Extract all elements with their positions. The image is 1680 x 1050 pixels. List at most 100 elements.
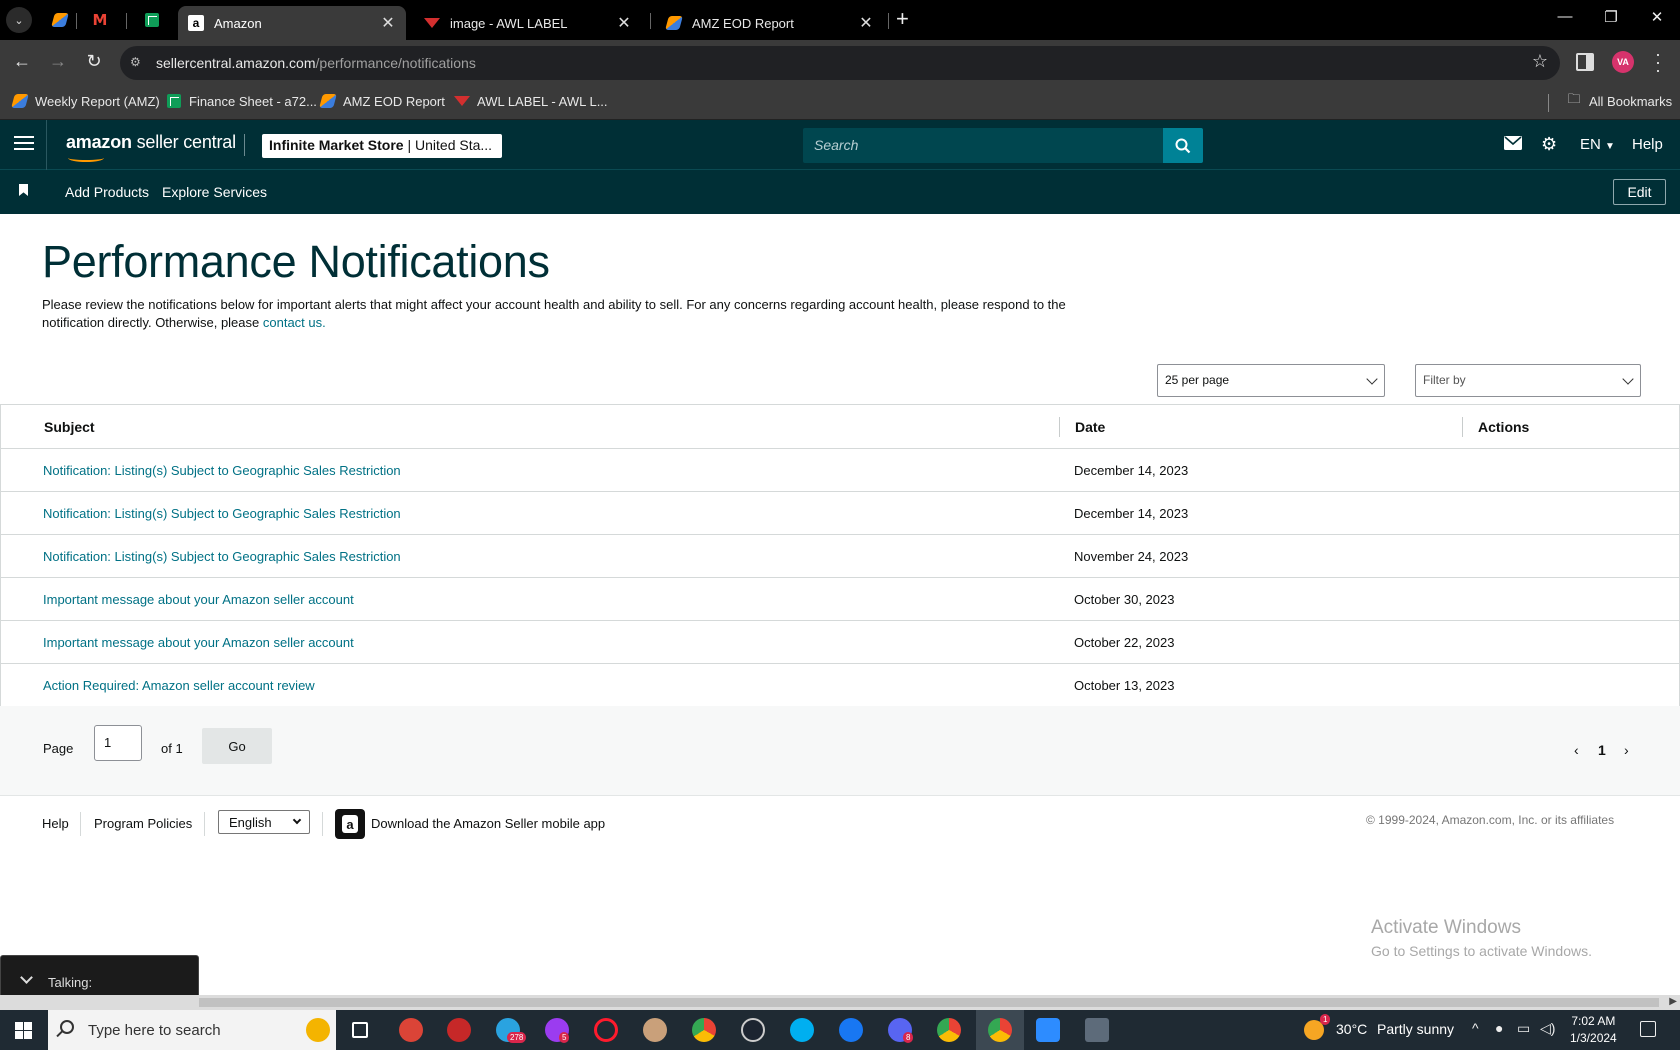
table-row: Important message about your Amazon sell… bbox=[1, 578, 1679, 621]
tab-title: Amazon bbox=[214, 15, 262, 31]
program-policies-link[interactable]: Program Policies bbox=[94, 816, 192, 831]
tab-amz-eod-report[interactable]: AMZ EOD Report ✕ bbox=[656, 6, 884, 40]
site-settings-icon[interactable]: ⚙ bbox=[130, 55, 146, 71]
profile-avatar[interactable]: VA bbox=[1612, 51, 1634, 73]
next-page-icon[interactable]: › bbox=[1624, 742, 1629, 758]
page-number-input[interactable]: 1 bbox=[94, 725, 142, 761]
filter-by-select[interactable]: Filter by bbox=[1415, 364, 1641, 397]
chevron-up-icon[interactable]: ^ bbox=[1472, 1020, 1479, 1036]
mail-icon[interactable] bbox=[1504, 134, 1522, 155]
bookmark-awl-label[interactable]: AWL LABEL - AWL L... bbox=[454, 93, 608, 109]
sheets-icon bbox=[167, 94, 181, 108]
settings-gear-icon[interactable]: ⚙ bbox=[1541, 134, 1557, 155]
add-products-link[interactable]: Add Products bbox=[65, 184, 149, 200]
filter-placeholder: Filter by bbox=[1423, 373, 1466, 387]
watermark-subtitle: Go to Settings to activate Windows. bbox=[1371, 943, 1592, 959]
tab-search-button[interactable]: ⌄ bbox=[6, 7, 32, 33]
store-switcher[interactable]: Infinite Market Store | United Sta... bbox=[262, 134, 502, 158]
current-page-number[interactable]: 1 bbox=[1598, 742, 1606, 758]
app-red-icon[interactable] bbox=[447, 1018, 471, 1042]
previous-page-icon[interactable]: ‹ bbox=[1574, 742, 1579, 758]
search-input[interactable]: Search bbox=[803, 128, 1163, 163]
notifications-icon[interactable] bbox=[1640, 1021, 1656, 1037]
notification-subject-link[interactable]: Notification: Listing(s) Subject to Geog… bbox=[43, 463, 401, 478]
chrome-icon[interactable] bbox=[692, 1018, 716, 1042]
column-header-date[interactable]: Date bbox=[1075, 419, 1105, 435]
close-window-button[interactable]: ✕ bbox=[1642, 8, 1672, 26]
footer-help-link[interactable]: Help bbox=[42, 816, 69, 831]
facebook-icon[interactable] bbox=[839, 1018, 863, 1042]
table-row: Action Required: Amazon seller account r… bbox=[1, 664, 1679, 707]
notification-subject-link[interactable]: Important message about your Amazon sell… bbox=[43, 635, 354, 650]
network-icon[interactable]: ▭ bbox=[1517, 1020, 1530, 1037]
bookmark-finance-sheet[interactable]: Finance Sheet - a72... bbox=[166, 93, 317, 109]
notification-subject-link[interactable]: Notification: Listing(s) Subject to Geog… bbox=[43, 506, 401, 521]
app-tool-icon[interactable] bbox=[643, 1018, 667, 1042]
skype-icon[interactable] bbox=[790, 1018, 814, 1042]
table-row: Notification: Listing(s) Subject to Geog… bbox=[1, 492, 1679, 535]
new-tab-button[interactable]: + bbox=[896, 7, 909, 31]
search-icon bbox=[1175, 138, 1191, 153]
scroll-right-icon[interactable]: ▶ bbox=[1669, 996, 1677, 1007]
bookmark-weekly-report[interactable]: Weekly Report (AMZ) bbox=[11, 93, 160, 109]
opera-icon[interactable] bbox=[594, 1018, 618, 1042]
amazon-seller-app-icon[interactable]: a bbox=[335, 809, 365, 839]
url-bar[interactable]: ⚙ sellercentral.amazon.com/performance/n… bbox=[120, 46, 1560, 80]
tab-awl-label[interactable]: image - AWL LABEL ✕ bbox=[414, 6, 642, 40]
help-link[interactable]: Help bbox=[1632, 136, 1663, 153]
close-tab-icon[interactable]: ✕ bbox=[616, 13, 632, 33]
back-button[interactable]: ← bbox=[10, 51, 34, 72]
minimize-button[interactable]: — bbox=[1550, 8, 1580, 25]
search-button[interactable] bbox=[1163, 128, 1203, 163]
per-page-select[interactable]: 25 per page bbox=[1157, 364, 1385, 397]
column-header-subject[interactable]: Subject bbox=[44, 419, 95, 435]
tab-title: image - AWL LABEL bbox=[450, 15, 568, 31]
per-page-value: 25 per page bbox=[1165, 373, 1230, 387]
language-switcher[interactable]: EN ▼ bbox=[1580, 136, 1615, 153]
side-panel-icon[interactable] bbox=[1576, 53, 1594, 71]
contact-us-link[interactable]: contact us. bbox=[263, 315, 326, 330]
microphone-icon[interactable]: ● bbox=[1495, 1020, 1503, 1036]
messenger-badge: 5 bbox=[559, 1032, 570, 1043]
reload-button[interactable]: ↻ bbox=[82, 51, 106, 72]
windows-start-icon[interactable] bbox=[15, 1022, 32, 1039]
pinned-tab-gmail[interactable]: M bbox=[88, 8, 112, 32]
system-clock[interactable]: 7:02 AM 1/3/2024 bbox=[1570, 1013, 1617, 1047]
bookmark-amz-eod-report[interactable]: AMZ EOD Report bbox=[319, 93, 445, 109]
notification-subject-link[interactable]: Action Required: Amazon seller account r… bbox=[43, 678, 315, 693]
clock-app-icon[interactable] bbox=[741, 1018, 765, 1042]
edit-button[interactable]: Edit bbox=[1613, 179, 1666, 205]
notification-subject-link[interactable]: Notification: Listing(s) Subject to Geog… bbox=[43, 549, 401, 564]
chrome-profile-icon[interactable] bbox=[399, 1018, 423, 1042]
go-button[interactable]: Go bbox=[202, 728, 272, 764]
pinned-tab-sheets[interactable] bbox=[140, 8, 164, 32]
seller-central-logo[interactable]: amazon seller central bbox=[66, 132, 236, 162]
taskbar-search-input[interactable]: Type here to search bbox=[48, 1010, 336, 1050]
restore-button[interactable]: ❐ bbox=[1596, 8, 1626, 26]
forward-button[interactable]: → bbox=[46, 51, 70, 72]
calculator-icon[interactable] bbox=[1085, 1018, 1109, 1042]
close-tab-icon[interactable]: ✕ bbox=[858, 13, 874, 33]
download-app-link[interactable]: Download the Amazon Seller mobile app bbox=[371, 816, 605, 831]
bookmark-star-icon[interactable]: ☆ bbox=[1532, 51, 1548, 72]
task-view-icon[interactable] bbox=[352, 1022, 368, 1038]
copyright-text: © 1999-2024, Amazon.com, Inc. or its aff… bbox=[1366, 813, 1615, 827]
hamburger-menu-icon[interactable] bbox=[14, 136, 34, 152]
volume-icon[interactable]: ◁) bbox=[1540, 1020, 1555, 1037]
table-header: Subject Date Actions bbox=[1, 405, 1679, 449]
horizontal-scrollbar[interactable]: ▶ bbox=[0, 995, 1680, 1010]
explore-services-link[interactable]: Explore Services bbox=[162, 184, 267, 200]
footer-language-select[interactable]: English bbox=[218, 810, 310, 834]
column-header-actions: Actions bbox=[1478, 419, 1530, 435]
browser-menu-icon[interactable]: · · · bbox=[1652, 45, 1664, 79]
notification-subject-link[interactable]: Important message about your Amazon sell… bbox=[43, 592, 354, 607]
bookmark-icon[interactable] bbox=[19, 184, 28, 196]
tab-amazon[interactable]: a Amazon ✕ bbox=[178, 6, 406, 40]
zoom-icon[interactable] bbox=[1036, 1018, 1060, 1042]
pinned-tab-orange-app[interactable] bbox=[48, 8, 72, 32]
chrome-w-icon[interactable] bbox=[937, 1018, 961, 1042]
activate-windows-watermark: Activate Windows Go to Settings to activ… bbox=[1371, 917, 1592, 959]
close-tab-icon[interactable]: ✕ bbox=[380, 13, 396, 33]
all-bookmarks[interactable]: 🗀 All Bookmarks bbox=[1566, 91, 1672, 109]
chrome-va-icon[interactable] bbox=[988, 1018, 1012, 1042]
